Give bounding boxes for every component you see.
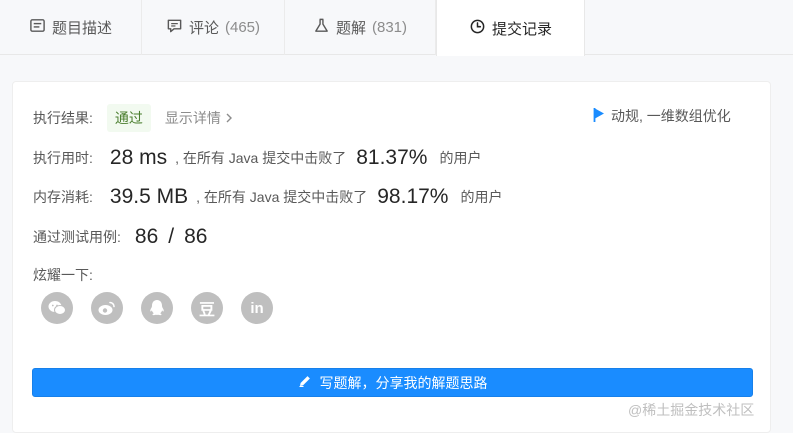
memory-suffix: 的用户 [460, 189, 503, 205]
memory-row: 内存消耗: 39.5 MB , 在所有 Java 提交中击败了 98.17% 的… [33, 185, 502, 209]
submission-result-panel: 执行结果: 通过 显示详情 动规, 一维数组优化 执行用时: 28 ms , 在… [12, 81, 771, 433]
testcases-total: 86 [184, 225, 208, 248]
testcases-row: 通过测试用例: 86 / 86 [33, 225, 207, 249]
runtime-value: 28 ms [109, 146, 168, 169]
linkedin-icon[interactable]: in [241, 292, 273, 324]
memory-text: , 在所有 Java 提交中击败了 [196, 189, 368, 205]
clock-icon [469, 18, 486, 39]
share-label: 炫耀一下: [33, 267, 93, 283]
show-details-label: 显示详情 [164, 110, 221, 126]
tab-description[interactable]: 题目描述 [0, 0, 142, 55]
chevron-right-icon [225, 110, 233, 126]
animation-link[interactable]: 动规, 一维数组优化 [593, 106, 731, 126]
memory-percent: 98.17% [377, 185, 449, 208]
testcases-separator: / [168, 225, 175, 248]
runtime-row: 执行用时: 28 ms , 在所有 Java 提交中击败了 81.37% 的用户 [33, 146, 481, 170]
share-label-row: 炫耀一下: [33, 265, 93, 285]
testcases-passed: 86 [134, 225, 159, 248]
tab-label: 提交记录 [491, 20, 552, 38]
pencil-icon [298, 374, 312, 391]
write-solution-button[interactable]: 写题解，分享我的解题思路 [32, 368, 753, 397]
runtime-suffix: 的用户 [439, 150, 482, 166]
tab-submissions[interactable]: 提交记录 [436, 0, 585, 56]
show-details-link[interactable]: 显示详情 [165, 108, 233, 128]
tab-label: 评论 [188, 20, 219, 37]
tab-comments[interactable]: 评论 (465) [142, 0, 285, 55]
description-icon [29, 17, 46, 38]
result-label: 执行结果: [33, 110, 93, 126]
result-row: 执行结果: 通过 显示详情 [33, 104, 233, 132]
animation-label: 动规, 一维数组优化 [611, 108, 731, 124]
douban-icon[interactable]: 豆 [191, 292, 223, 324]
tab-solutions[interactable]: 题解 (831) [285, 0, 436, 55]
tab-label: 题解 [335, 20, 366, 37]
play-flag-icon [593, 107, 605, 126]
qq-icon[interactable] [141, 292, 173, 324]
tab-count: (465) [224, 19, 261, 36]
weibo-icon[interactable] [91, 292, 123, 324]
status-badge: 通过 [106, 104, 151, 132]
share-icons: 豆 in [41, 292, 273, 324]
memory-value: 39.5 MB [109, 185, 189, 208]
memory-label: 内存消耗: [33, 189, 93, 205]
write-solution-label: 写题解，分享我的解题思路 [319, 374, 488, 391]
comment-icon [166, 17, 183, 38]
runtime-label: 执行用时: [33, 150, 93, 166]
flask-icon [313, 17, 330, 38]
runtime-text: , 在所有 Java 提交中击败了 [175, 150, 347, 166]
tab-bar: 题目描述 评论 (465) 题解 (831) 提交记录 [0, 0, 793, 56]
douban-glyph: 豆 [198, 300, 215, 319]
tab-label: 题目描述 [51, 20, 112, 37]
testcases-label: 通过测试用例: [33, 229, 121, 245]
linkedin-glyph: in [250, 299, 264, 317]
wechat-icon[interactable] [41, 292, 73, 324]
runtime-percent: 81.37% [356, 146, 428, 169]
tab-count: (831) [371, 19, 408, 36]
watermark: @稀土掘金技术社区 [628, 402, 755, 418]
